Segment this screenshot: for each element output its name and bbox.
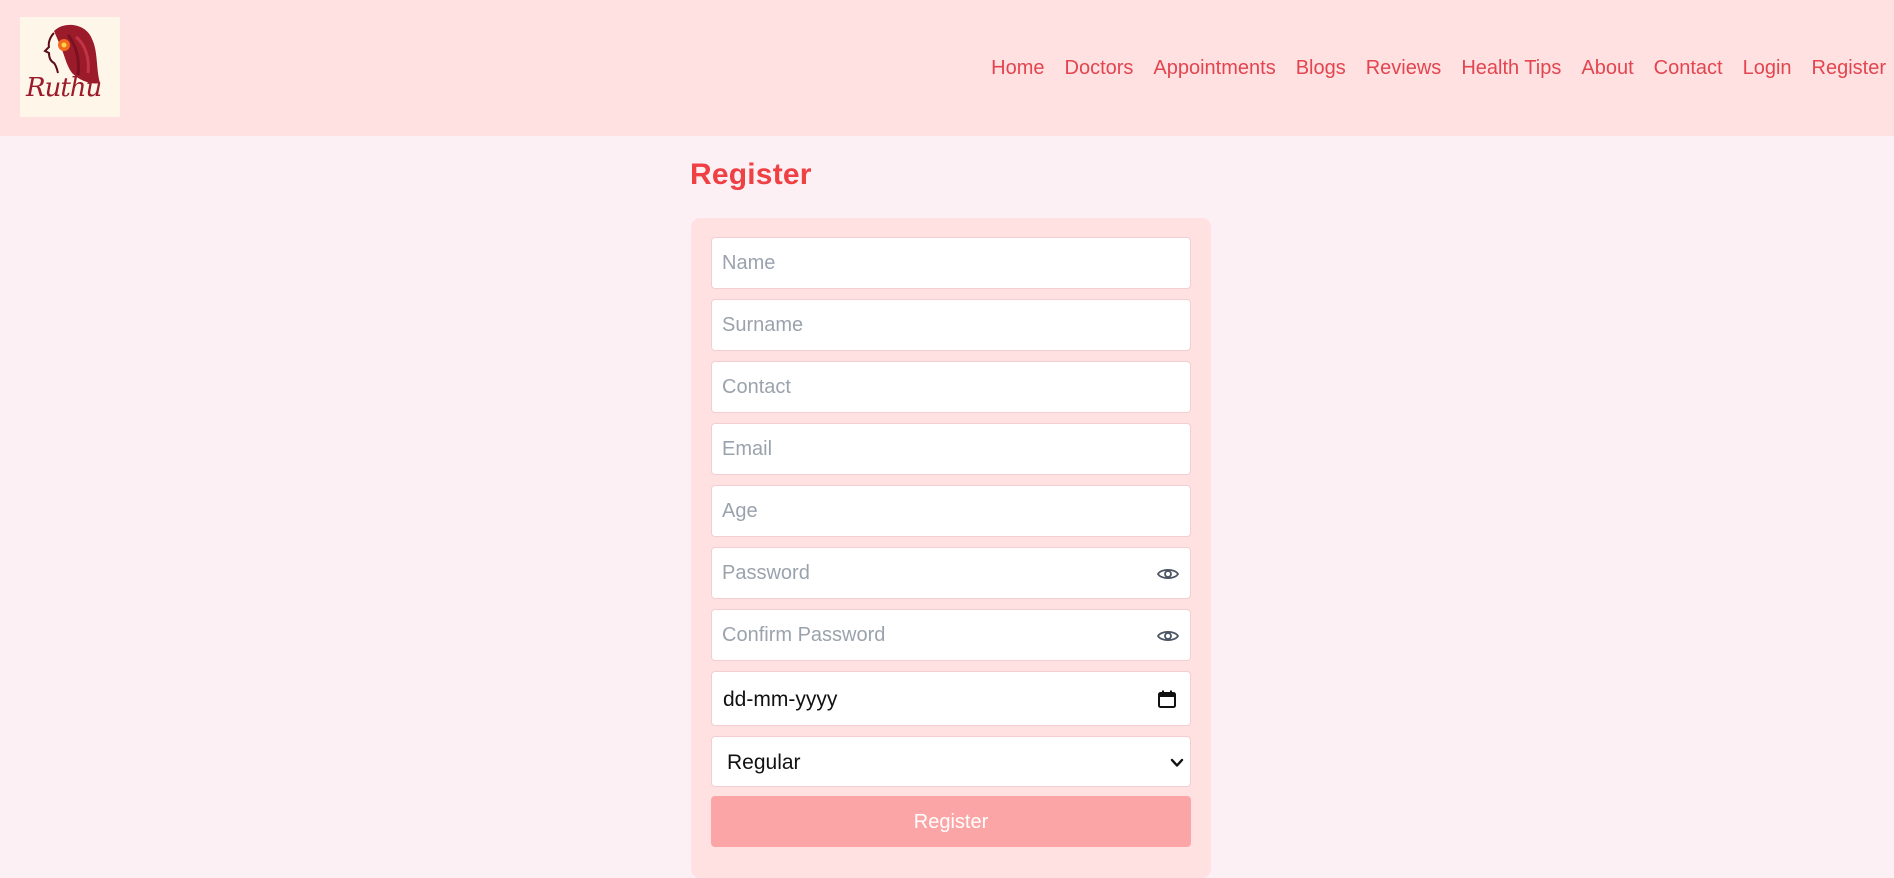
plan-selected-value: Regular	[727, 751, 801, 774]
nav-link-register[interactable]: Register	[1812, 57, 1886, 80]
brand-logo[interactable]: Ruthu	[20, 17, 120, 117]
page-title: Register	[690, 158, 812, 191]
show-password-eye-icon[interactable]	[1156, 562, 1180, 586]
surname-input[interactable]	[712, 300, 1190, 350]
name-input[interactable]	[712, 238, 1190, 288]
nav-link-appointments[interactable]: Appointments	[1153, 57, 1275, 80]
name-field-wrapper	[711, 237, 1191, 289]
calendar-icon[interactable]	[1157, 689, 1177, 709]
nav-link-login[interactable]: Login	[1743, 57, 1792, 80]
plan-select[interactable]: Regular	[711, 736, 1191, 787]
navbar: Ruthu Home Doctors Appointments Blogs Re…	[0, 0, 1894, 136]
confirm-password-field-wrapper	[711, 609, 1191, 661]
email-input[interactable]	[712, 424, 1190, 474]
logo-text: Ruthu	[26, 73, 102, 103]
date-value: dd-mm-yyyy	[723, 688, 838, 711]
nav-link-doctors[interactable]: Doctors	[1065, 57, 1134, 80]
register-form: dd-mm-yyyy Regular Register	[691, 218, 1211, 878]
age-field-wrapper	[711, 485, 1191, 537]
nav-link-health-tips[interactable]: Health Tips	[1461, 57, 1561, 80]
password-input[interactable]	[712, 548, 1190, 598]
contact-field-wrapper	[711, 361, 1191, 413]
show-confirm-password-eye-icon[interactable]	[1156, 624, 1180, 648]
main-nav: Home Doctors Appointments Blogs Reviews …	[971, 0, 1894, 136]
nav-link-blogs[interactable]: Blogs	[1296, 57, 1346, 80]
date-of-birth-input[interactable]: dd-mm-yyyy	[711, 671, 1191, 726]
email-field-wrapper	[711, 423, 1191, 475]
age-input[interactable]	[712, 486, 1190, 536]
confirm-password-input[interactable]	[712, 610, 1190, 660]
chevron-down-icon	[1170, 758, 1184, 767]
contact-input[interactable]	[712, 362, 1190, 412]
password-field-wrapper	[711, 547, 1191, 599]
nav-link-about[interactable]: About	[1581, 57, 1633, 80]
surname-field-wrapper	[711, 299, 1191, 351]
nav-link-reviews[interactable]: Reviews	[1366, 57, 1442, 80]
register-submit-button[interactable]: Register	[711, 796, 1191, 847]
nav-link-contact[interactable]: Contact	[1654, 57, 1723, 80]
nav-link-home[interactable]: Home	[991, 57, 1044, 80]
